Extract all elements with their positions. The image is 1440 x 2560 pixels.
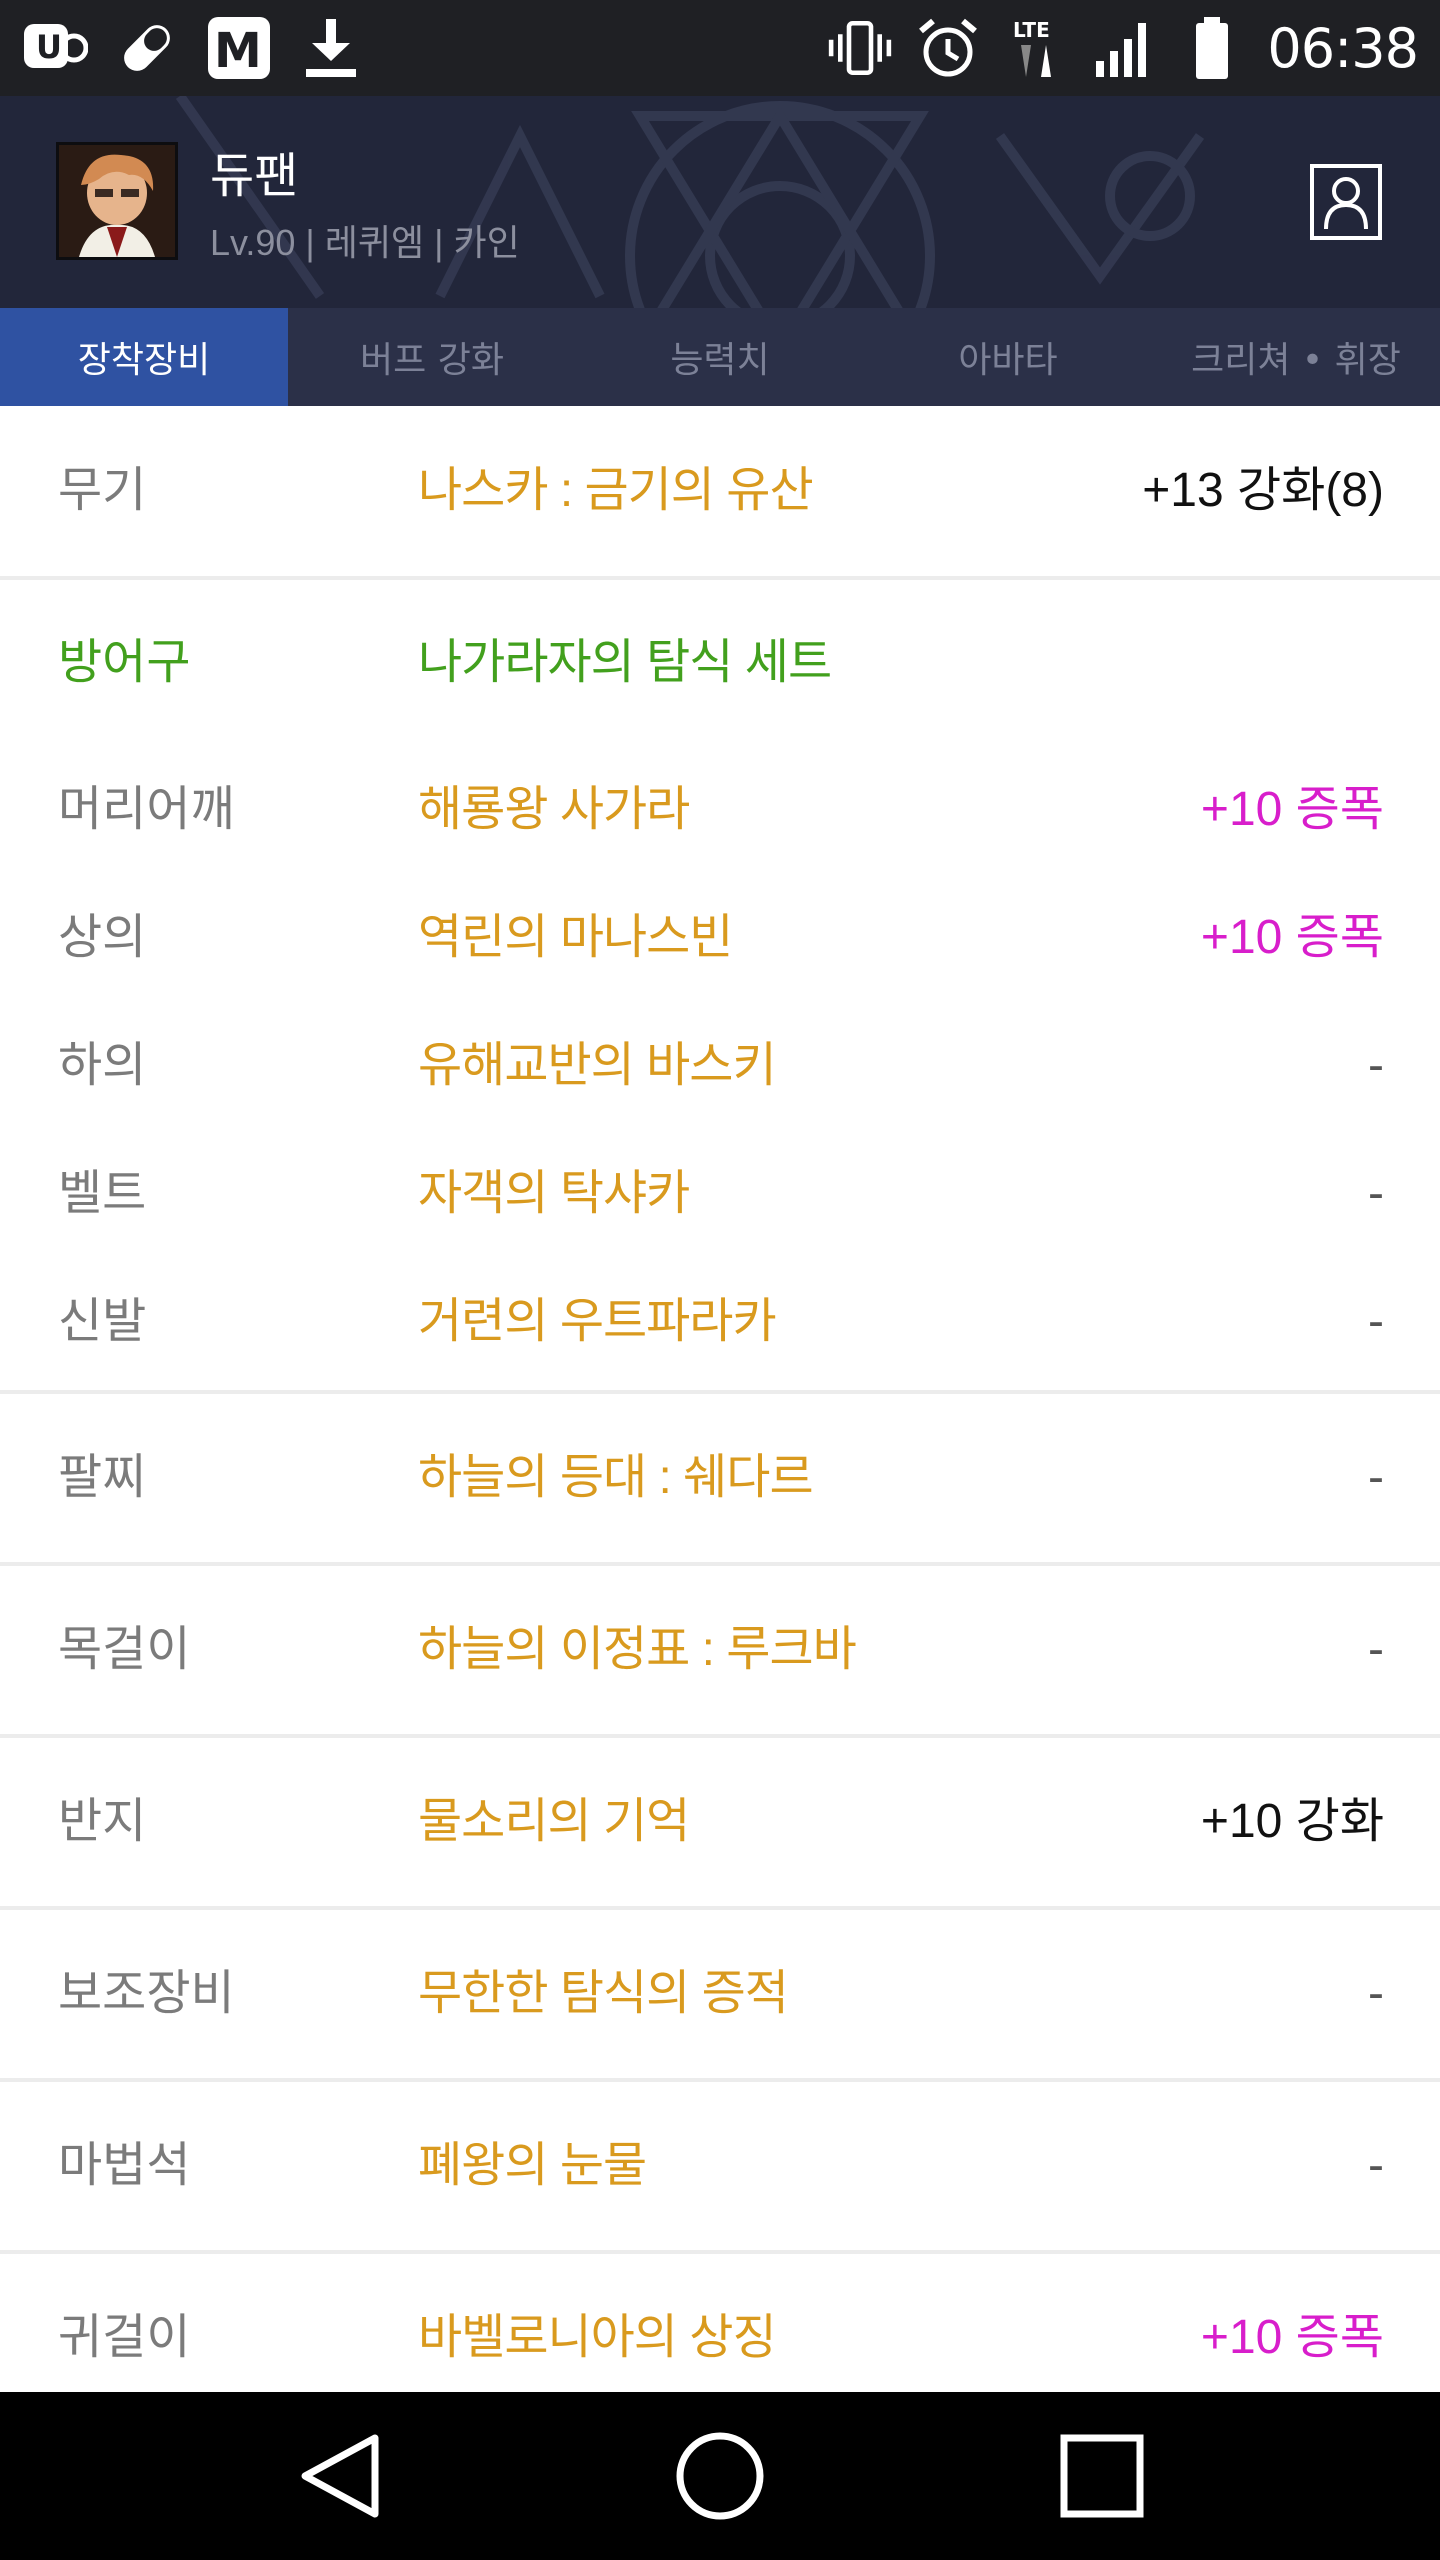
slot-label: 머리어깨	[58, 783, 235, 836]
item-name: 무한한 탐식의 증적	[418, 1967, 789, 2020]
uplus-icon: U	[22, 15, 88, 81]
tab-creature-emblem[interactable]: 크리쳐 • 휘장	[1152, 308, 1440, 406]
item-name: 하늘의 이정표 : 루크바	[418, 1623, 857, 1676]
enhancement-value: -	[1368, 1967, 1384, 2020]
slot-label: 반지	[58, 1795, 147, 1848]
item-name: 자객의 탁샤카	[418, 1167, 690, 1220]
item-name: 유해교반의 바스키	[418, 1039, 777, 1092]
enhancement-value: -	[1368, 2139, 1384, 2192]
equipment-row-necklace[interactable]: 목걸이 하늘의 이정표 : 루크바 -	[0, 1566, 1440, 1734]
signal-icon	[1091, 15, 1157, 81]
slot-label: 팔찌	[58, 1451, 147, 1504]
enhancement-value: +10 강화	[1200, 1795, 1384, 1848]
tab-stats[interactable]: 능력치	[576, 308, 864, 406]
slot-label: 신발	[58, 1295, 147, 1348]
battery-icon	[1179, 15, 1245, 81]
item-name: 거련의 우트파라카	[418, 1295, 777, 1348]
svg-text:U: U	[36, 28, 62, 66]
slot-label: 무기	[58, 464, 147, 517]
svg-text:LTE: LTE	[1013, 18, 1050, 42]
recents-square-icon	[1060, 2434, 1144, 2518]
mnet-icon: M	[206, 15, 272, 81]
pill-icon	[114, 15, 180, 81]
vibrate-icon	[827, 15, 893, 81]
enhancement-value: -	[1368, 1623, 1384, 1676]
slot-label: 보조장비	[58, 1967, 235, 2020]
equipment-list: 무기 나스카 : 금기의 유산 +13 강화(8) 방어구 나가라자의 탐식 세…	[0, 406, 1440, 2422]
item-name: 폐왕의 눈물	[418, 2139, 647, 2192]
clock: 06:38	[1267, 16, 1419, 80]
alarm-icon	[915, 15, 981, 81]
enhancement-value: +10 증폭	[1200, 783, 1384, 836]
set-name: 나가라자의 탐식 세트	[418, 636, 832, 689]
item-name: 하늘의 등대 : 쉐다르	[418, 1451, 814, 1504]
tab-equipped[interactable]: 장착장비	[0, 308, 288, 406]
equipment-row-bracelet[interactable]: 팔찌 하늘의 등대 : 쉐다르 -	[0, 1394, 1440, 1562]
enhancement-value: +10 증폭	[1200, 911, 1384, 964]
download-icon	[298, 15, 364, 81]
home-circle-icon	[676, 2432, 764, 2520]
person-icon	[1324, 177, 1368, 230]
equipment-row-magic-stone[interactable]: 마법석 폐왕의 눈물 -	[0, 2082, 1440, 2250]
enhancement-value: -	[1368, 1295, 1384, 1348]
enhancement-value: -	[1368, 1167, 1384, 1220]
enhancement-value: -	[1368, 1451, 1384, 1504]
character-name: 듀팬	[210, 148, 299, 204]
slot-label: 목걸이	[58, 1623, 191, 1676]
character-avatar	[56, 142, 178, 260]
slot-label: 벨트	[58, 1167, 147, 1220]
tab-buff-enhance[interactable]: 버프 강화	[288, 308, 576, 406]
equipment-row-belt[interactable]: 벨트 자객의 탁샤카 -	[0, 1130, 1440, 1258]
home-button[interactable]	[670, 2426, 770, 2526]
recent-apps-button[interactable]	[1052, 2426, 1152, 2526]
item-name: 나스카 : 금기의 유산	[418, 464, 814, 517]
enhancement-value: +13 강화(8)	[1142, 464, 1384, 517]
equipment-row-shoes[interactable]: 신발 거련의 우트파라카 -	[0, 1258, 1440, 1390]
tab-bar: 장착장비 버프 강화 능력치 아바타 크리쳐 • 휘장	[0, 308, 1440, 406]
equipment-row-ring[interactable]: 반지 물소리의 기억 +10 강화	[0, 1738, 1440, 1906]
status-bar: U M LTE 06:38	[0, 0, 1440, 96]
slot-label: 상의	[58, 911, 147, 964]
slot-label: 방어구	[58, 636, 191, 689]
item-name: 해룡왕 사가라	[418, 783, 690, 836]
equipment-row-bottom[interactable]: 하의 유해교반의 바스키 -	[0, 1002, 1440, 1130]
svg-text:M: M	[214, 23, 262, 79]
equipment-row-armor-set[interactable]: 방어구 나가라자의 탐식 세트	[0, 580, 1440, 746]
equipment-row-weapon[interactable]: 무기 나스카 : 금기의 유산 +13 강화(8)	[0, 406, 1440, 576]
character-profile-header: 듀팬 Lv.90 | 레퀴엠 | 카인	[0, 96, 1440, 308]
system-navigation-bar	[0, 2392, 1440, 2560]
item-name: 역린의 마나스빈	[418, 911, 733, 964]
item-name: 물소리의 기억	[418, 1795, 690, 1848]
slot-label: 마법석	[58, 2139, 191, 2192]
slot-label: 하의	[58, 1039, 147, 1092]
lte-icon: LTE	[1003, 15, 1069, 81]
tab-avatar[interactable]: 아바타	[864, 308, 1152, 406]
character-select-button[interactable]	[1310, 164, 1382, 240]
equipment-row-head-shoulder[interactable]: 머리어깨 해룡왕 사가라 +10 증폭	[0, 746, 1440, 874]
equipment-row-sub-equipment[interactable]: 보조장비 무한한 탐식의 증적 -	[0, 1910, 1440, 2078]
enhancement-value: -	[1368, 1039, 1384, 1092]
back-button[interactable]	[290, 2426, 390, 2526]
character-level-class-server: Lv.90 | 레퀴엠 | 카인	[210, 222, 520, 263]
back-triangle-icon	[301, 2434, 379, 2518]
equipment-row-top[interactable]: 상의 역린의 마나스빈 +10 증폭	[0, 874, 1440, 1002]
